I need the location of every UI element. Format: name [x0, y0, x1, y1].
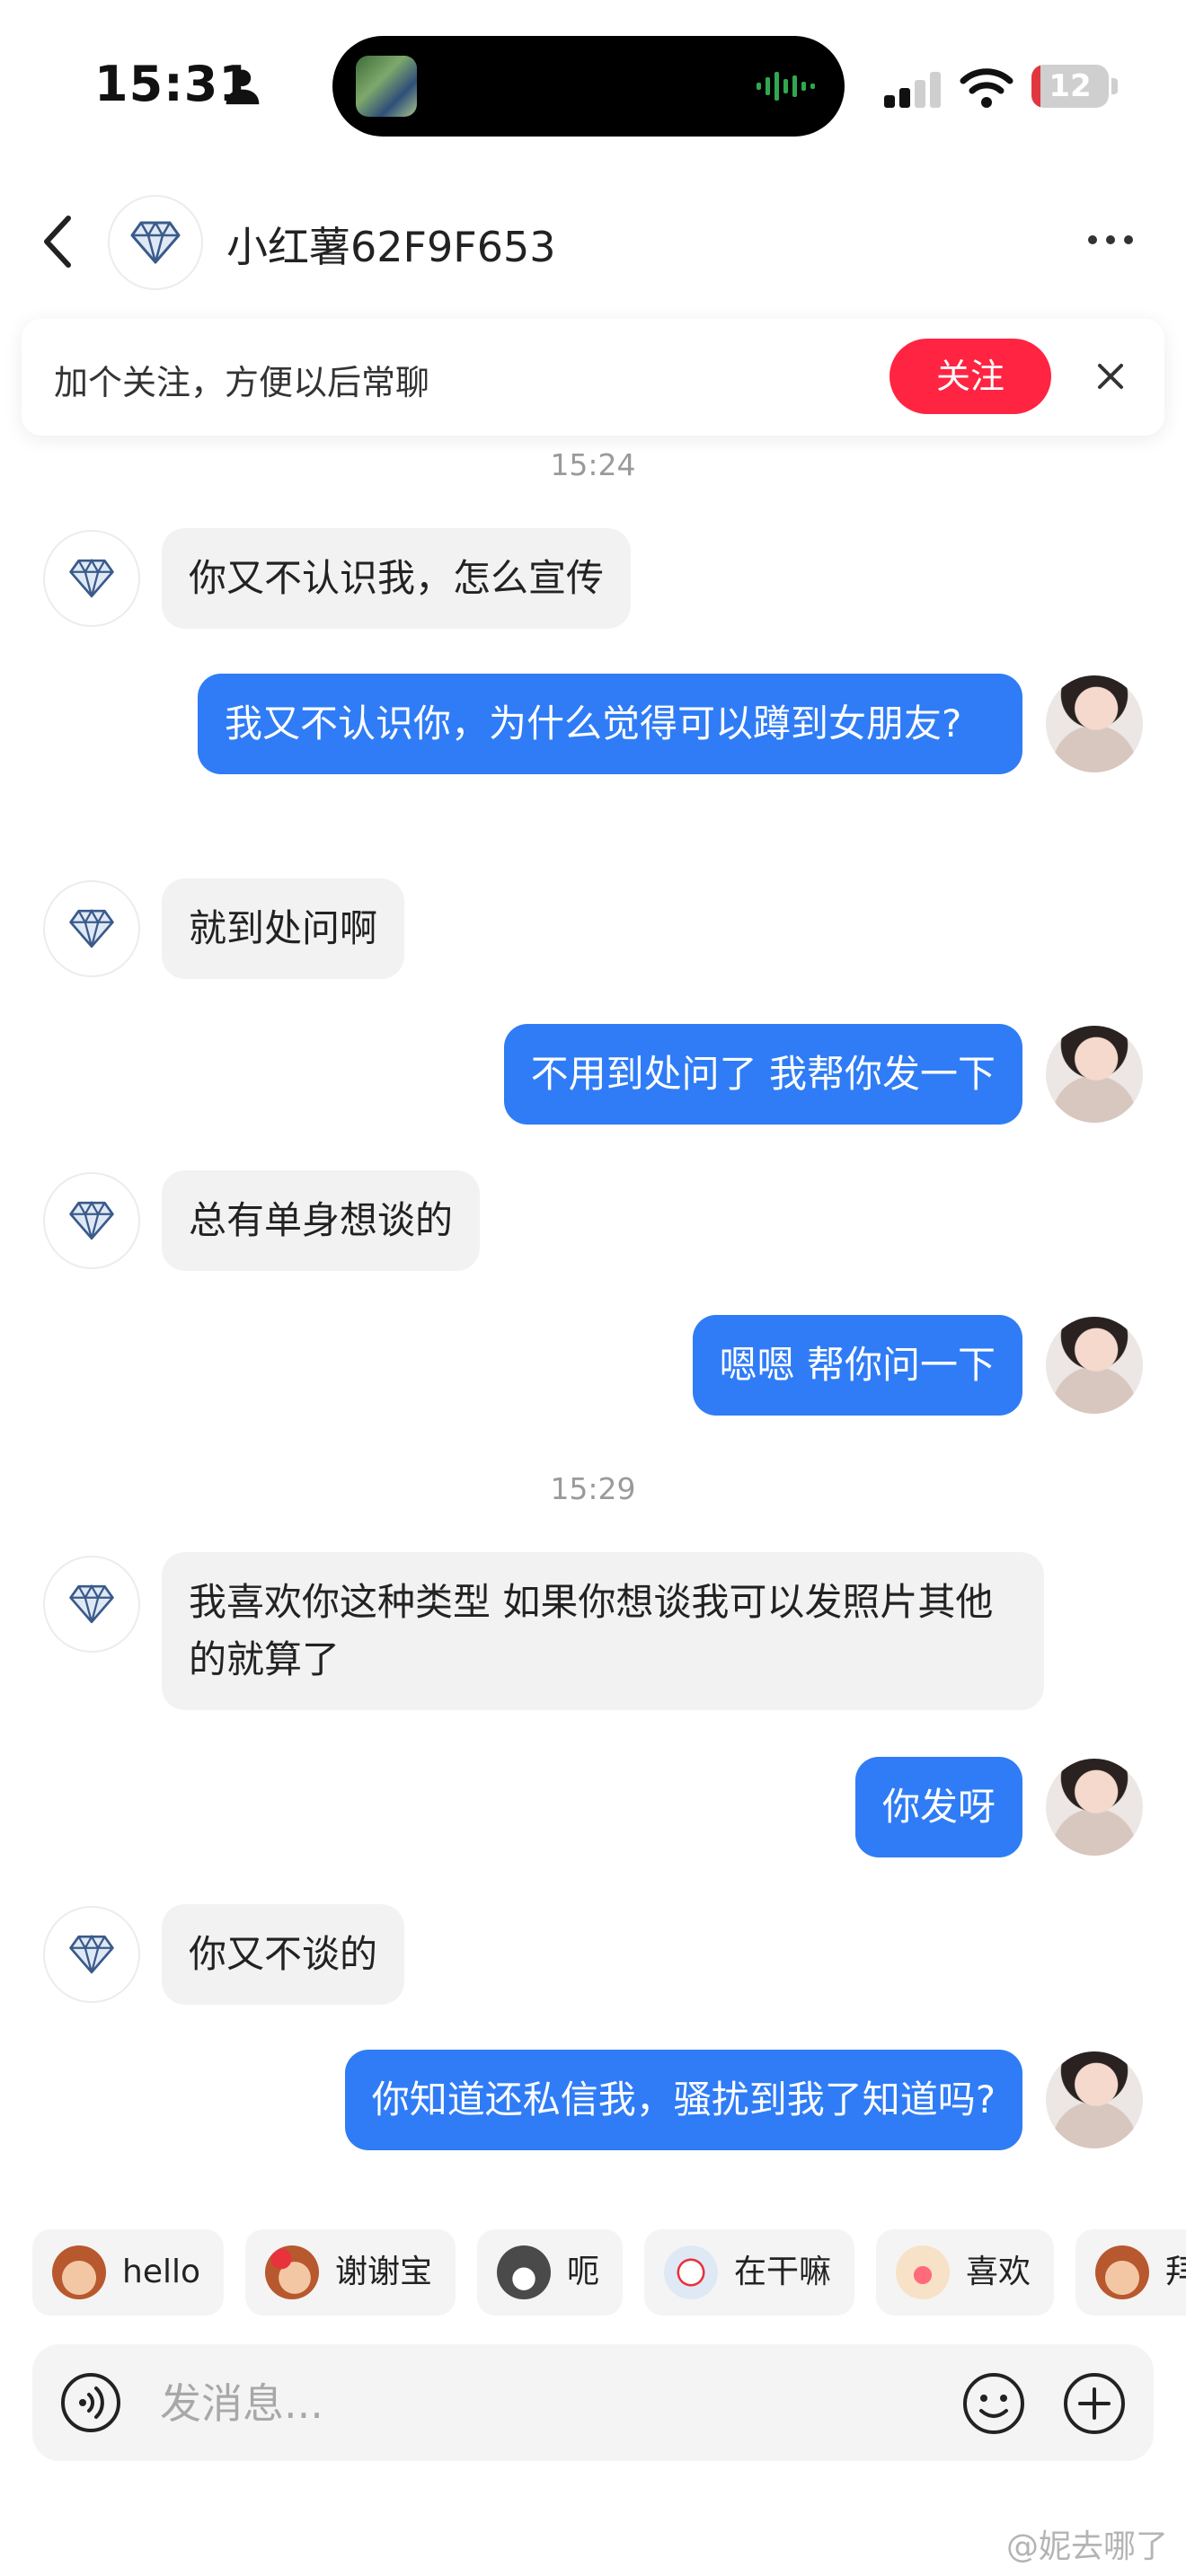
contact-avatar[interactable]: [43, 880, 140, 977]
battery-percent: 12: [1049, 68, 1092, 104]
plus-icon[interactable]: [1062, 2371, 1127, 2436]
follow-button[interactable]: 关注: [890, 339, 1051, 414]
quick-reply-chip[interactable]: 呃: [477, 2229, 624, 2316]
chat-header: 小红薯62F9F653: [0, 184, 1186, 301]
chip-label: 拜: [1165, 2254, 1186, 2290]
message-bubble-sent[interactable]: 嗯嗯 帮你问一下: [692, 1315, 1022, 1416]
diamond-icon: [69, 1200, 114, 1240]
message-bubble-sent[interactable]: 不用到处问了 我帮你发一下: [503, 1024, 1022, 1125]
monkey-sticker-icon: [52, 2245, 106, 2299]
message-bubble-received[interactable]: 总有单身想谈的: [162, 1170, 481, 1271]
cellular-signal-icon: [884, 72, 941, 108]
message-bubble-received[interactable]: 你又不谈的: [162, 1904, 405, 2005]
chip-label: 在干嘛: [734, 2254, 832, 2290]
watermark: @妮去哪了: [1005, 2528, 1168, 2565]
quick-reply-chip[interactable]: hello: [32, 2229, 224, 2316]
person-icon: [226, 69, 260, 105]
message-input-bar: [32, 2344, 1154, 2461]
chip-label: 呃: [567, 2254, 600, 2290]
status-bar: 15:31 12: [0, 0, 1186, 171]
diamond-icon: [69, 558, 114, 598]
timestamp: 15:24: [550, 447, 636, 482]
back-icon[interactable]: [40, 213, 75, 270]
wifi-icon: [960, 68, 1013, 108]
contact-name: 小红薯62F9F653: [226, 223, 556, 271]
message-bubble-received[interactable]: 你又不认识我，怎么宣传: [162, 528, 632, 629]
my-avatar[interactable]: [1046, 675, 1143, 772]
timestamp: 15:29: [550, 1471, 636, 1506]
emoji-icon[interactable]: [961, 2371, 1026, 2436]
cat-sticker-icon: [497, 2245, 552, 2299]
heart-sticker-icon: [896, 2245, 951, 2299]
contact-avatar[interactable]: [43, 1556, 140, 1653]
dynamic-island[interactable]: [332, 36, 845, 137]
my-avatar[interactable]: [1046, 1026, 1143, 1123]
diamond-icon: [69, 1934, 114, 1974]
battery-indicator: 12: [1031, 65, 1118, 108]
contact-avatar[interactable]: [43, 1172, 140, 1269]
follow-banner: 加个关注，方便以后常聊 关注: [22, 319, 1164, 436]
audio-wave-icon: [757, 72, 815, 101]
quick-reply-chip[interactable]: 在干嘛: [644, 2229, 855, 2316]
contact-avatar[interactable]: [43, 530, 140, 627]
chip-label: 喜欢: [966, 2254, 1031, 2290]
my-avatar[interactable]: [1046, 1759, 1143, 1856]
monkey-rose-sticker-icon: [265, 2245, 319, 2299]
diamond-icon: [69, 908, 114, 948]
message-input[interactable]: [158, 2371, 970, 2436]
monkey-sticker-icon: [1095, 2245, 1150, 2299]
my-avatar[interactable]: [1046, 2051, 1143, 2148]
message-bubble-sent[interactable]: 你发呀: [854, 1757, 1022, 1857]
message-bubble-received[interactable]: 我喜欢你这种类型 如果你想谈我可以发照片其他的就算了: [162, 1552, 1044, 1710]
quick-reply-chip[interactable]: 拜: [1075, 2229, 1186, 2316]
chip-label: 谢谢宝: [335, 2254, 433, 2290]
quick-reply-bar: hello 谢谢宝 呃 在干嘛 喜欢 拜: [32, 2229, 1186, 2316]
diamond-icon: [69, 1584, 114, 1624]
quick-reply-chip[interactable]: 谢谢宝: [245, 2229, 456, 2316]
message-bubble-sent[interactable]: 我又不认识你，为什么觉得可以蹲到女朋友?: [198, 674, 1022, 774]
close-icon[interactable]: [1093, 358, 1128, 394]
more-options-icon[interactable]: [1085, 229, 1136, 251]
now-playing-thumbnail: [356, 56, 417, 117]
message-bubble-sent[interactable]: 你知道还私信我，骚扰到我了知道吗?: [344, 2050, 1022, 2150]
diamond-icon: [130, 221, 181, 264]
search-sticker-icon: [664, 2245, 719, 2299]
message-bubble-received[interactable]: 就到处问啊: [162, 878, 405, 979]
quick-reply-chip[interactable]: 喜欢: [876, 2229, 1055, 2316]
contact-avatar[interactable]: [43, 1906, 140, 2003]
my-avatar[interactable]: [1046, 1317, 1143, 1414]
voice-input-icon[interactable]: [59, 2371, 122, 2434]
contact-avatar[interactable]: [108, 195, 203, 290]
follow-prompt-text: 加个关注，方便以后常聊: [54, 363, 430, 402]
chip-label: hello: [122, 2254, 200, 2290]
